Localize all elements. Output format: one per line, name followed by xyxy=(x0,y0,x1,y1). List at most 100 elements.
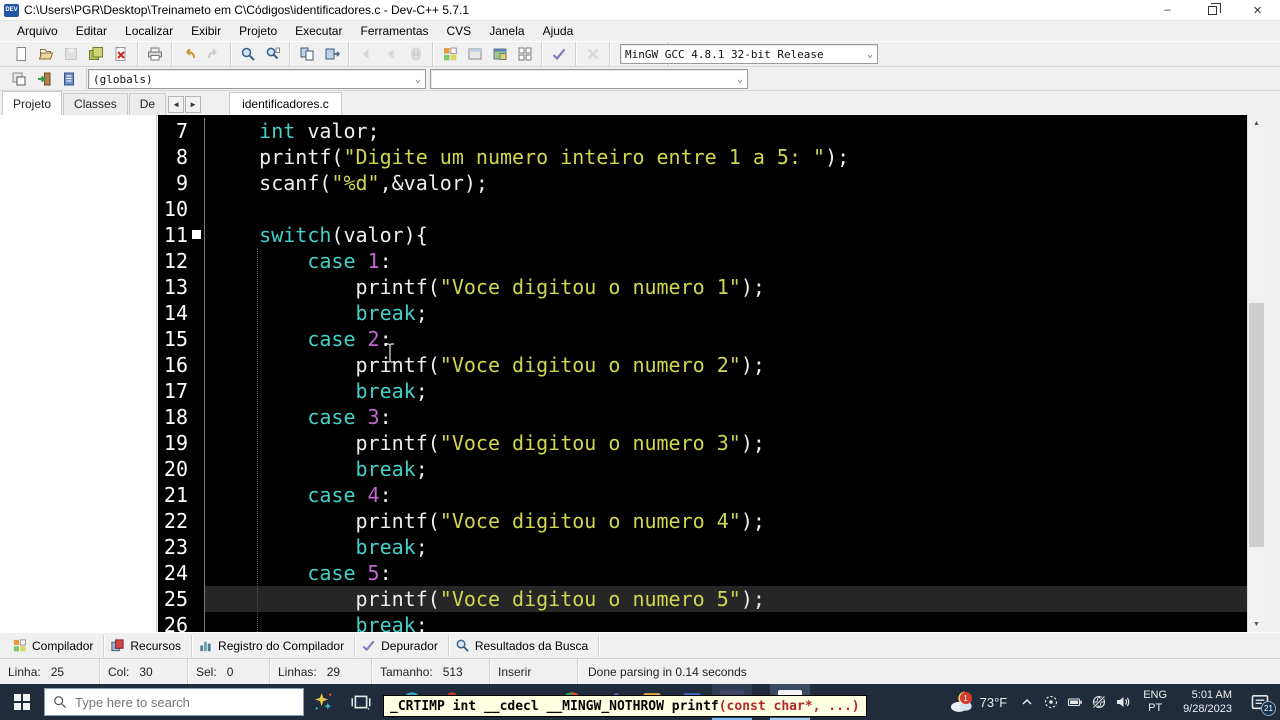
task-view-button[interactable] xyxy=(342,684,380,720)
toolbar-button-report[interactable] xyxy=(56,68,81,90)
toolbar-button-find[interactable] xyxy=(235,43,260,65)
line-gutter[interactable]: 14 xyxy=(158,300,205,326)
line-gutter[interactable]: 10 xyxy=(158,196,205,222)
members-select[interactable]: ⌄ xyxy=(430,69,748,89)
line-gutter[interactable]: 13 xyxy=(158,274,205,300)
language-switcher[interactable]: ENG PT xyxy=(1135,689,1175,715)
fold-column[interactable] xyxy=(191,326,204,352)
tray-status-circle[interactable] xyxy=(1039,684,1063,720)
line-gutter[interactable]: 7 xyxy=(158,118,205,144)
line-gutter[interactable]: 18 xyxy=(158,404,205,430)
toolbar-button-syntax-check[interactable] xyxy=(546,43,571,65)
fold-column[interactable] xyxy=(191,586,204,612)
line-gutter[interactable]: 12 xyxy=(158,248,205,274)
fold-column[interactable] xyxy=(191,196,204,222)
file-tab-identificadores[interactable]: identificadores.c xyxy=(229,92,342,115)
fold-column[interactable] xyxy=(191,612,204,632)
taskbar-search[interactable] xyxy=(44,688,304,716)
line-gutter[interactable]: 24 xyxy=(158,560,205,586)
line-gutter[interactable]: 19 xyxy=(158,430,205,456)
taskbar-clock[interactable]: 5:01 AM 9/28/2023 xyxy=(1175,688,1240,716)
fold-column[interactable] xyxy=(191,352,204,378)
globals-select[interactable]: (globals) ⌄ xyxy=(88,69,426,89)
close-button[interactable]: ✕ xyxy=(1235,0,1280,20)
tray-battery[interactable] xyxy=(1063,684,1087,720)
menu-item-ferramentas[interactable]: Ferramentas xyxy=(351,22,437,40)
weather-widget[interactable]: 1 73°F xyxy=(940,689,1016,715)
menu-item-projeto[interactable]: Projeto xyxy=(230,22,286,40)
start-button[interactable] xyxy=(0,684,44,720)
fold-column[interactable] xyxy=(191,430,204,456)
panel-tab-de[interactable]: De xyxy=(128,93,167,115)
fold-column[interactable] xyxy=(191,248,204,274)
compiler-select[interactable]: MinGW GCC 4.8.1 32-bit Release ⌄ xyxy=(620,44,878,64)
fold-column[interactable] xyxy=(191,508,204,534)
fold-column[interactable] xyxy=(191,560,204,586)
panel-tab-classes[interactable]: Classes xyxy=(63,93,128,115)
scroll-up-button[interactable]: ▲ xyxy=(1248,115,1265,131)
menu-item-exibir[interactable]: Exibir xyxy=(182,22,230,40)
scrollbar-thumb[interactable] xyxy=(1249,303,1264,547)
line-gutter[interactable]: 22 xyxy=(158,508,205,534)
cortana-button[interactable] xyxy=(304,684,342,720)
menu-item-arquivo[interactable]: Arquivo xyxy=(8,22,67,40)
scroll-down-button[interactable]: ▼ xyxy=(1248,616,1265,632)
line-gutter[interactable]: 20 xyxy=(158,456,205,482)
toolbar-button-compile-run[interactable] xyxy=(487,43,512,65)
line-gutter[interactable]: 11 xyxy=(158,222,205,248)
tray-chevron-up[interactable] xyxy=(1015,684,1039,720)
line-gutter[interactable]: 21 xyxy=(158,482,205,508)
menu-item-cvs[interactable]: CVS xyxy=(438,22,481,40)
fold-column[interactable] xyxy=(191,170,204,196)
toolbar-button-open-file[interactable] xyxy=(33,43,58,65)
toolbar-button-header-source[interactable] xyxy=(319,43,344,65)
toolbar-button-new-file[interactable] xyxy=(8,43,33,65)
line-gutter[interactable]: 8 xyxy=(158,144,205,170)
fold-column[interactable] xyxy=(191,300,204,326)
line-gutter[interactable]: 26 xyxy=(158,612,205,632)
minimize-button[interactable]: – xyxy=(1145,0,1190,20)
fold-column[interactable] xyxy=(191,378,204,404)
notification-center-button[interactable]: 21 xyxy=(1240,684,1280,720)
toolbar-button-close-file[interactable] xyxy=(108,43,133,65)
project-browser-panel[interactable] xyxy=(0,115,157,632)
report-tab-compilador[interactable]: Compilador xyxy=(6,634,105,657)
tray-volume[interactable] xyxy=(1111,684,1135,720)
toolbar-button-save-all[interactable] xyxy=(83,43,108,65)
toolbar-button-replace[interactable] xyxy=(294,43,319,65)
menu-item-ajuda[interactable]: Ajuda xyxy=(534,22,583,40)
toolbar-button-undock[interactable] xyxy=(6,68,31,90)
line-gutter[interactable]: 23 xyxy=(158,534,205,560)
fold-column[interactable] xyxy=(191,144,204,170)
report-tab-registro-do-compilador[interactable]: Registro do Compilador xyxy=(192,634,356,657)
report-tab-resultados-da-busca[interactable]: Resultados da Busca xyxy=(449,634,600,657)
menu-item-executar[interactable]: Executar xyxy=(286,22,351,40)
fold-column[interactable] xyxy=(191,534,204,560)
fold-column[interactable] xyxy=(191,118,204,144)
line-gutter[interactable]: 15 xyxy=(158,326,205,352)
fold-column[interactable] xyxy=(191,482,204,508)
vertical-scrollbar[interactable]: ▲ ▼ xyxy=(1247,115,1265,632)
menu-item-localizar[interactable]: Localizar xyxy=(116,22,182,40)
tab-scroll-left-button[interactable]: ◄ xyxy=(168,96,185,113)
fold-column[interactable] xyxy=(191,456,204,482)
menu-item-editar[interactable]: Editar xyxy=(67,22,116,40)
toolbar-button-compile[interactable] xyxy=(437,43,462,65)
line-gutter[interactable]: 17 xyxy=(158,378,205,404)
line-gutter[interactable]: 16 xyxy=(158,352,205,378)
menu-item-janela[interactable]: Janela xyxy=(480,22,533,40)
line-gutter[interactable]: 25 xyxy=(158,586,205,612)
toolbar-button-run[interactable] xyxy=(462,43,487,65)
toolbar-button-undo[interactable] xyxy=(176,43,201,65)
restore-button[interactable] xyxy=(1190,0,1235,20)
line-gutter[interactable]: 9 xyxy=(158,170,205,196)
report-tab-recursos[interactable]: Recursos xyxy=(104,634,193,657)
fold-column[interactable] xyxy=(191,222,204,248)
toolbar-button-find-in-files[interactable] xyxy=(260,43,285,65)
tray-globe-no-internet[interactable] xyxy=(1087,684,1111,720)
panel-tab-projeto[interactable]: Projeto xyxy=(2,91,63,115)
toolbar-button-exit-door[interactable] xyxy=(31,68,56,90)
fold-column[interactable] xyxy=(191,404,204,430)
toolbar-button-rebuild[interactable] xyxy=(512,43,537,65)
fold-marker-icon[interactable] xyxy=(192,230,201,239)
